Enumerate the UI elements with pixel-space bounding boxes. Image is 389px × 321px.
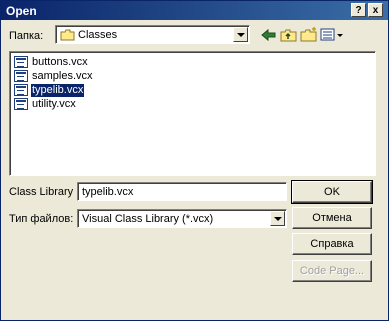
back-icon[interactable] bbox=[259, 26, 279, 44]
look-in-label: Папка: bbox=[9, 30, 44, 42]
look-in-dropdown[interactable]: Classes bbox=[55, 25, 250, 44]
file-type-value: Visual Class Library (*.vcx) bbox=[82, 213, 214, 225]
vcx-file-icon bbox=[14, 98, 28, 110]
help-title-button[interactable]: ? bbox=[351, 3, 366, 17]
view-menu-icon[interactable] bbox=[319, 26, 345, 44]
file-name: samples.vcx bbox=[32, 70, 93, 82]
up-folder-icon[interactable] bbox=[279, 26, 299, 44]
folder-icon bbox=[60, 29, 75, 41]
vcx-file-icon bbox=[14, 70, 28, 82]
help-button[interactable]: Справка bbox=[292, 233, 372, 255]
ok-button[interactable]: OK bbox=[291, 180, 373, 204]
code-page-button[interactable]: Code Page... bbox=[292, 260, 372, 282]
look-in-value: Classes bbox=[78, 29, 118, 41]
file-type-dropdown-button[interactable] bbox=[270, 211, 285, 226]
look-in-dropdown-button[interactable] bbox=[233, 27, 248, 42]
vcx-file-icon bbox=[14, 56, 28, 68]
new-folder-icon[interactable] bbox=[299, 26, 319, 44]
file-name-label: Class Library bbox=[9, 186, 74, 198]
title-bar[interactable]: Open ? x bbox=[1, 1, 388, 20]
file-list[interactable]: buttons.vcx samples.vcx typelib.vcx util… bbox=[9, 51, 376, 176]
file-type-label: Тип файлов: bbox=[9, 213, 74, 225]
cancel-button[interactable]: Отмена bbox=[292, 207, 372, 229]
file-type-dropdown[interactable]: Visual Class Library (*.vcx) bbox=[77, 209, 287, 228]
file-name-field[interactable]: typelib.vcx bbox=[77, 182, 287, 201]
open-dialog: Open ? x Папка: Classes buttons.vcx samp… bbox=[0, 0, 389, 321]
window-title: Open bbox=[6, 4, 37, 18]
file-name: buttons.vcx bbox=[32, 56, 88, 68]
vcx-file-icon bbox=[14, 84, 28, 96]
file-name: typelib.vcx bbox=[29, 83, 86, 98]
close-button[interactable]: x bbox=[368, 3, 383, 17]
file-name: utility.vcx bbox=[32, 98, 76, 110]
file-name-value: typelib.vcx bbox=[82, 186, 134, 198]
